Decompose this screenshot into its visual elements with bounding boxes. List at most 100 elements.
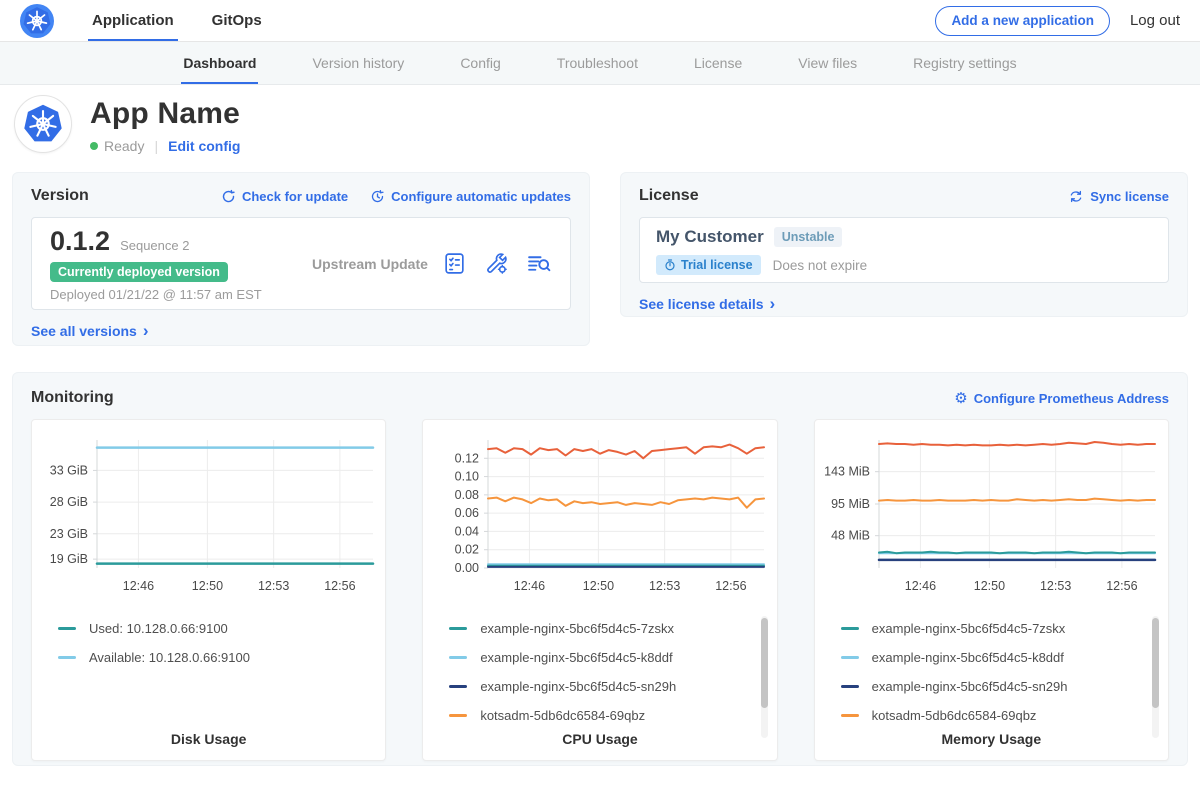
tab-view-files[interactable]: View files	[796, 42, 859, 84]
monitoring-title: Monitoring	[31, 389, 114, 407]
tab-troubleshoot[interactable]: Troubleshoot	[555, 42, 640, 84]
legend-item: example-nginx-5bc6f5d4c5-7zskx	[841, 614, 1168, 643]
top-tab-gitops[interactable]: GitOps	[208, 0, 266, 41]
svg-text:12:46: 12:46	[514, 579, 545, 593]
series-color-dash	[841, 627, 859, 630]
version-sequence: Sequence 2	[120, 238, 189, 253]
deployed-timestamp: Deployed 01/21/22 @ 11:57 am EST	[50, 287, 312, 302]
svg-text:0.04: 0.04	[455, 524, 479, 538]
release-notes-checklist-icon[interactable]	[442, 251, 467, 276]
memory-usage-chart-title: Memory Usage	[815, 731, 1168, 747]
legend-item: kotsadm-5db6dc6584-69qbz	[841, 701, 1168, 730]
chevron-right-icon: ›	[770, 295, 776, 312]
legend-item: Available: 10.128.0.66:9100	[58, 643, 385, 672]
legend-label: kotsadm-5db6dc6584-69qbz	[872, 708, 1037, 723]
legend-label: example-nginx-5bc6f5d4c5-sn29h	[480, 679, 676, 694]
legend-item: Used: 10.128.0.66:9100	[58, 614, 385, 643]
svg-text:0.12: 0.12	[455, 451, 479, 465]
disk-usage-legend: Used: 10.128.0.66:9100 Available: 10.128.…	[32, 604, 385, 672]
legend-label: example-nginx-5bc6f5d4c5-k8ddf	[480, 650, 672, 665]
see-all-versions-link[interactable]: See all versions›	[31, 322, 149, 339]
refresh-icon	[221, 189, 236, 204]
legend-label: example-nginx-5bc6f5d4c5-sn29h	[872, 679, 1068, 694]
series-color-dash	[58, 627, 76, 630]
legend-item: example-nginx-5bc6f5d4c5-sn29h	[449, 672, 776, 701]
app-avatar	[14, 95, 72, 153]
legend-scrollbar-thumb[interactable]	[1152, 618, 1159, 708]
page-title: App Name	[90, 97, 240, 131]
stopwatch-icon	[664, 259, 676, 271]
svg-text:0.06: 0.06	[455, 506, 479, 520]
series-color-dash	[449, 685, 467, 688]
series-color-dash	[841, 685, 859, 688]
legend-item: example-nginx-5bc6f5d4c5-k8ddf	[449, 643, 776, 672]
svg-text:23 GiB: 23 GiB	[49, 527, 87, 541]
legend-scrollbar-thumb[interactable]	[761, 618, 768, 708]
kubernetes-logo-icon	[20, 4, 54, 38]
series-color-dash	[841, 714, 859, 717]
clock-refresh-icon	[370, 189, 385, 204]
series-color-dash	[449, 656, 467, 659]
add-new-application-button[interactable]: Add a new application	[935, 6, 1110, 36]
memory-usage-plot: 12:4612:5012:5312:56143 MiB95 MiB48 MiB	[819, 432, 1163, 604]
legend-item: example-nginx-5bc6f5d4c5-7zskx	[449, 614, 776, 643]
svg-text:0.02: 0.02	[455, 543, 479, 557]
edit-config-link[interactable]: Edit config	[168, 138, 240, 154]
tab-version-history[interactable]: Version history	[310, 42, 406, 84]
svg-text:12:50: 12:50	[974, 579, 1005, 593]
tab-config[interactable]: Config	[458, 42, 502, 84]
app-subnav: Dashboard Version history Config Trouble…	[0, 42, 1200, 85]
legend-label: example-nginx-5bc6f5d4c5-7zskx	[872, 621, 1066, 636]
disk-usage-chart-title: Disk Usage	[32, 731, 385, 747]
legend-label: example-nginx-5bc6f5d4c5-7zskx	[480, 621, 674, 636]
charts-row: 12:4612:5012:5312:5633 GiB28 GiB23 GiB19…	[31, 419, 1169, 761]
config-wrench-icon[interactable]	[484, 251, 509, 276]
diff-search-icon[interactable]	[526, 251, 552, 276]
svg-text:12:50: 12:50	[583, 579, 614, 593]
chevron-right-icon: ›	[143, 322, 149, 339]
check-for-update-link[interactable]: Check for update	[221, 189, 348, 204]
trial-license-badge: Trial license	[656, 255, 761, 275]
configure-prometheus-link[interactable]: ⚙ Configure Prometheus Address	[954, 391, 1169, 406]
sync-license-link[interactable]: Sync license	[1068, 189, 1169, 204]
memory-usage-legend: example-nginx-5bc6f5d4c5-7zskx example-ng…	[815, 604, 1168, 730]
app-header: App Name Ready | Edit config	[0, 85, 1200, 166]
version-number: 0.1.2	[50, 226, 110, 257]
license-expiry-label: Does not expire	[773, 258, 868, 273]
tab-license[interactable]: License	[692, 42, 744, 84]
legend-label: kotsadm-5db6dc6584-69qbz	[480, 708, 645, 723]
top-tab-application[interactable]: Application	[88, 0, 178, 41]
currently-deployed-badge: Currently deployed version	[50, 262, 228, 282]
ready-status-dot	[90, 142, 98, 150]
tab-registry-settings[interactable]: Registry settings	[911, 42, 1018, 84]
series-color-dash	[449, 627, 467, 630]
svg-text:0.10: 0.10	[455, 470, 479, 484]
legend-label: example-nginx-5bc6f5d4c5-k8ddf	[872, 650, 1064, 665]
series-color-dash	[449, 714, 467, 717]
top-navbar: Application GitOps Add a new application…	[0, 0, 1200, 42]
divider: |	[154, 138, 158, 154]
license-card: License Sync license My Customer Unstabl…	[620, 172, 1188, 317]
svg-text:28 GiB: 28 GiB	[49, 495, 87, 509]
topnav-spacer	[266, 0, 936, 41]
kubernetes-app-icon	[22, 103, 64, 145]
svg-text:12:46: 12:46	[122, 579, 153, 593]
current-version-panel: 0.1.2 Sequence 2 Currently deployed vers…	[31, 217, 571, 310]
sync-arrows-icon	[1068, 189, 1084, 204]
svg-text:0.08: 0.08	[455, 488, 479, 502]
tab-dashboard[interactable]: Dashboard	[181, 42, 258, 84]
legend-label: Available: 10.128.0.66:9100	[89, 650, 250, 665]
legend-item: example-nginx-5bc6f5d4c5-sn29h	[841, 672, 1168, 701]
license-card-title: License	[639, 187, 699, 205]
svg-text:33 GiB: 33 GiB	[49, 463, 87, 477]
logout-button[interactable]: Log out	[1130, 0, 1180, 41]
cpu-usage-plot: 12:4612:5012:5312:560.120.100.080.060.04…	[428, 432, 772, 604]
kubernetes-logo[interactable]	[20, 0, 54, 41]
svg-text:19 GiB: 19 GiB	[49, 552, 87, 566]
cpu-usage-chart-title: CPU Usage	[423, 731, 776, 747]
svg-text:12:53: 12:53	[258, 579, 289, 593]
configure-automatic-updates-link[interactable]: Configure automatic updates	[370, 189, 571, 204]
channel-badge: Unstable	[774, 227, 843, 247]
see-license-details-link[interactable]: See license details›	[639, 295, 775, 312]
disk-usage-plot: 12:4612:5012:5312:5633 GiB28 GiB23 GiB19…	[37, 432, 381, 604]
